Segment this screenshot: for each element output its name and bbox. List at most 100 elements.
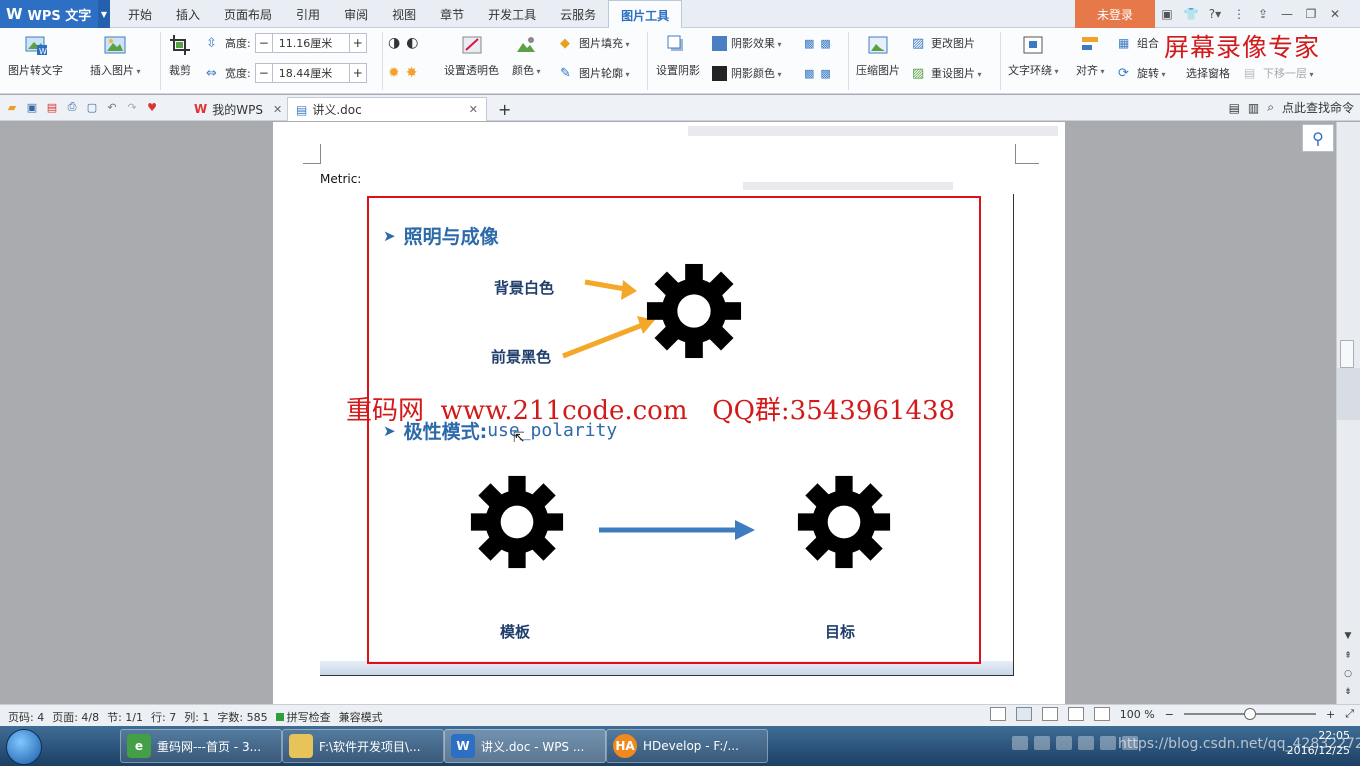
close-icon[interactable]: ✕ — [273, 103, 282, 116]
print-preview-icon[interactable]: ▢ — [84, 99, 100, 115]
set-shadow-button[interactable]: 设置阴影 — [656, 34, 700, 78]
network-icon[interactable] — [1034, 736, 1050, 750]
page-view-icon[interactable] — [1015, 707, 1032, 721]
web-view-icon[interactable] — [1067, 707, 1084, 721]
tab-review[interactable]: 审阅 — [332, 0, 380, 28]
pic-to-text-button[interactable]: W 图片转文字 — [8, 34, 63, 78]
selection-pane-button[interactable]: 选择窗格 — [1186, 62, 1230, 84]
next-page-icon[interactable]: ⇟ — [1342, 686, 1354, 698]
group-button[interactable]: ▦ 组合 — [1118, 32, 1159, 54]
help-icon[interactable]: ?▾ — [1204, 3, 1226, 25]
send-backward-button[interactable]: ▤ 下移一层 — [1244, 62, 1314, 84]
scrollbar-thumb[interactable] — [1340, 340, 1354, 368]
search-icon[interactable]: ⌕ — [1267, 100, 1274, 115]
tab-page-layout[interactable]: 页面布局 — [212, 0, 284, 28]
tab-picture-tools[interactable]: 图片工具 — [608, 0, 683, 28]
zoom-level[interactable]: 100 % — [1120, 708, 1155, 721]
document-page[interactable]: Metric: ➤ 照明与成像 背景白色 前景黑色 ➤ 极性模式: use_po… — [273, 122, 1065, 704]
app-tray-icon[interactable] — [1078, 736, 1094, 750]
prev-page-icon[interactable]: ⇞ — [1342, 650, 1354, 662]
save-icon[interactable]: ▣ — [24, 99, 40, 115]
tab-my-wps[interactable]: W 我的WPS ✕ — [186, 97, 290, 121]
shadow-nudge-down-icon[interactable]: ▩ — [804, 67, 814, 80]
location-pin-icon[interactable]: ⚲ — [1302, 124, 1334, 152]
shadow-nudge-right-icon[interactable]: ▩ — [820, 67, 830, 80]
taskbar-item-wps[interactable]: W 讲义.doc - WPS ... — [444, 729, 606, 763]
open-icon[interactable]: ▰ — [4, 99, 20, 115]
zoom-knob[interactable] — [1243, 708, 1256, 720]
tab-insert[interactable]: 插入 — [164, 0, 212, 28]
tab-chapter[interactable]: 章节 — [428, 0, 476, 28]
shirt-icon[interactable]: 👕 — [1180, 3, 1202, 25]
close-icon[interactable]: ✕ — [469, 103, 478, 116]
taskbar-item-explorer[interactable]: F:\软件开发项目\... — [282, 729, 444, 763]
minimize-icon[interactable]: — — [1276, 3, 1298, 25]
tab-references[interactable]: 引用 — [284, 0, 332, 28]
color-button[interactable]: 颜色 — [512, 34, 541, 78]
status-page[interactable]: 页面: 4/8 — [52, 709, 99, 725]
doc-menu-icon[interactable]: ▤ — [1229, 101, 1240, 115]
login-button[interactable]: 未登录 — [1075, 0, 1155, 28]
fullscreen-view-icon[interactable] — [989, 707, 1006, 721]
tab-document[interactable]: ▤ 讲义.doc ✕ — [287, 97, 487, 121]
shadow-color-button[interactable]: 阴影颜色 — [712, 62, 782, 84]
zoom-slider[interactable] — [1183, 707, 1316, 721]
brightness-up-icon[interactable]: ✹ — [388, 65, 400, 81]
change-pic-button[interactable]: ▨ 更改图片 — [912, 32, 975, 54]
undo-icon[interactable]: ↶ — [104, 99, 120, 115]
outline-view-icon[interactable] — [1041, 707, 1058, 721]
zoom-in-icon[interactable]: + — [1326, 708, 1335, 721]
pic-outline-button[interactable]: ✎ 图片轮廓 — [560, 62, 630, 84]
brightness-down-icon[interactable]: ✸ — [406, 65, 418, 81]
crop-button[interactable]: 裁剪 — [168, 34, 192, 78]
volume-icon[interactable] — [1100, 736, 1116, 750]
more-icon[interactable]: ⋮ — [1228, 3, 1250, 25]
reset-pic-button[interactable]: ▨ 重设图片 — [912, 62, 982, 84]
shadow-nudge-left-icon[interactable]: ▩ — [820, 37, 830, 50]
wrap-button[interactable]: 文字环绕 — [1008, 34, 1059, 78]
recorder-tray-icon[interactable] — [1056, 736, 1072, 750]
shadow-effect-button[interactable]: 阴影效果 — [712, 32, 782, 54]
close-icon[interactable]: ✕ — [1324, 3, 1346, 25]
app-menu-button[interactable]: W WPS 文字 ▼ — [0, 0, 110, 28]
find-command-field[interactable]: 点此查找命令 — [1282, 99, 1354, 116]
width-decrease-button[interactable]: − — [254, 63, 273, 83]
tab-view[interactable]: 视图 — [380, 0, 428, 28]
skin-icon[interactable]: ▣ — [1156, 3, 1178, 25]
taskbar-item-browser[interactable]: e 重码网---首页 - 3... — [120, 729, 282, 763]
width-input[interactable]: 18.44厘米 — [272, 63, 349, 83]
contrast-up-icon[interactable]: ◑ — [388, 35, 400, 51]
pic-fill-button[interactable]: ◆ 图片填充 — [560, 32, 630, 54]
height-input[interactable]: 11.16厘米 — [272, 33, 349, 53]
chevron-down-icon[interactable]: ▼ — [98, 0, 110, 28]
height-decrease-button[interactable]: − — [254, 33, 273, 53]
new-tab-button[interactable]: + — [490, 97, 519, 121]
contrast-down-icon[interactable]: ◐ — [406, 35, 418, 51]
reading-mode-icon[interactable] — [1093, 707, 1110, 721]
system-clock[interactable]: 22:05 2016/12/25 — [1287, 728, 1350, 758]
restore-icon[interactable]: ❐ — [1300, 3, 1322, 25]
fit-page-icon[interactable]: ⤢ — [1345, 707, 1354, 721]
tab-developer[interactable]: 开发工具 — [476, 0, 548, 28]
rotate-button[interactable]: ⟳ 旋转 — [1118, 62, 1166, 84]
spell-check-toggle[interactable]: 拼写检查 — [275, 709, 331, 725]
keyboard-icon[interactable] — [1012, 736, 1028, 750]
taskbar-item-hdevelop[interactable]: HA HDevelop - F:/... — [606, 729, 768, 763]
print-icon[interactable]: ⎙ — [64, 99, 80, 115]
shadow-nudge-up-icon[interactable]: ▩ — [804, 37, 814, 50]
side-panel-toggle[interactable] — [1337, 368, 1360, 420]
scroll-down-icon[interactable]: ▼ — [1342, 630, 1354, 642]
height-increase-button[interactable]: + — [348, 33, 367, 53]
set-transparent-button[interactable]: 设置透明色 — [444, 34, 499, 78]
width-increase-button[interactable]: + — [348, 63, 367, 83]
select-browse-icon[interactable]: ○ — [1342, 668, 1354, 680]
align-button[interactable]: 对齐 — [1076, 34, 1105, 78]
redo-icon[interactable]: ↷ — [124, 99, 140, 115]
tab-cloud[interactable]: 云服务 — [548, 0, 608, 28]
export-pdf-icon[interactable]: ▤ — [44, 99, 60, 115]
compress-button[interactable]: 压缩图片 — [856, 34, 900, 78]
tab-home[interactable]: 开始 — [116, 0, 164, 28]
start-button[interactable] — [6, 729, 42, 765]
collapse-ribbon-icon[interactable]: ⇪ — [1252, 3, 1274, 25]
status-words[interactable]: 字数: 585 — [217, 709, 267, 725]
